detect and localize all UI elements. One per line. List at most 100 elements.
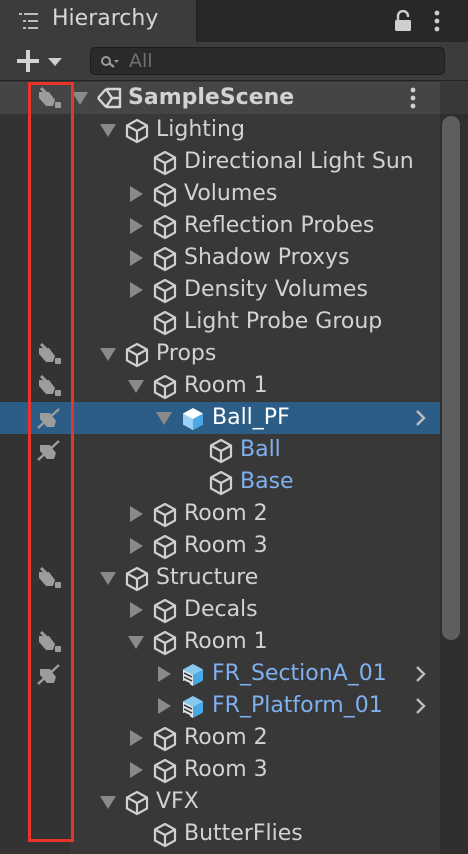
gameobject-cube-icon-glyph xyxy=(209,470,233,496)
kebab-menu-icon[interactable] xyxy=(432,10,442,32)
row-label: Room 1 xyxy=(184,373,268,398)
expand-right-arrow-icon[interactable] xyxy=(130,186,143,202)
gameobject-cube-icon-glyph xyxy=(125,790,149,816)
gameobject-cube-icon xyxy=(152,150,178,176)
gameobject-cube-icon-glyph xyxy=(153,150,177,176)
annotation-highlight-box xyxy=(28,82,74,842)
row-label: Volumes xyxy=(184,181,278,206)
gameobject-cube-icon xyxy=(124,342,150,368)
gameobject-cube-icon xyxy=(152,726,178,752)
row-label: Ball_PF xyxy=(212,405,290,430)
gameobject-cube-icon-glyph xyxy=(125,342,149,368)
gameobject-cube-icon-glyph xyxy=(153,214,177,240)
scrollbar-thumb[interactable] xyxy=(442,116,460,640)
open-prefab-chevron-icon[interactable] xyxy=(414,409,426,427)
expand-right-arrow-icon[interactable] xyxy=(130,762,143,778)
tab-title: Hierarchy xyxy=(52,6,159,31)
expand-down-arrow-icon[interactable] xyxy=(100,124,116,137)
row-label: ButterFlies xyxy=(184,821,303,846)
expand-down-arrow-icon[interactable] xyxy=(128,380,144,393)
gameobject-cube-icon-glyph xyxy=(153,534,177,560)
gameobject-cube-icon xyxy=(208,470,234,496)
expand-down-arrow-icon[interactable] xyxy=(100,572,116,585)
expand-down-arrow-icon[interactable] xyxy=(100,348,116,361)
gameobject-cube-icon-glyph xyxy=(153,502,177,528)
expand-right-arrow-icon[interactable] xyxy=(130,538,143,554)
lock-icon[interactable] xyxy=(393,10,413,32)
gameobject-cube-icon-glyph xyxy=(153,822,177,848)
row-label: Ball xyxy=(240,437,281,462)
model-prefab-icon xyxy=(180,694,206,720)
gameobject-cube-icon-glyph xyxy=(153,726,177,752)
gameobject-cube-icon xyxy=(152,214,178,240)
gameobject-cube-icon-glyph xyxy=(125,118,149,144)
row-label: Room 2 xyxy=(184,501,268,526)
add-object-button[interactable] xyxy=(14,47,70,75)
expand-right-arrow-icon[interactable] xyxy=(130,730,143,746)
gameobject-cube-icon xyxy=(152,310,178,336)
gameobject-cube-icon-glyph xyxy=(209,438,233,464)
tab-bar: Hierarchy xyxy=(0,0,468,42)
gameobject-cube-icon xyxy=(152,630,178,656)
row-label: Room 3 xyxy=(184,757,268,782)
row-label: Density Volumes xyxy=(184,277,368,302)
gameobject-cube-icon xyxy=(152,758,178,784)
row-label: Structure xyxy=(156,565,259,590)
gameobject-cube-icon-glyph xyxy=(153,598,177,624)
row-label: Room 2 xyxy=(184,725,268,750)
gameobject-cube-icon xyxy=(152,278,178,304)
gameobject-cube-icon xyxy=(152,534,178,560)
gameobject-cube-icon xyxy=(152,822,178,848)
expand-down-arrow-icon[interactable] xyxy=(100,796,116,809)
expand-down-arrow-icon[interactable] xyxy=(156,412,172,425)
gameobject-cube-icon-glyph xyxy=(153,758,177,784)
plus-icon xyxy=(17,50,62,72)
row-label: VFX xyxy=(156,789,199,814)
model-prefab-icon xyxy=(180,662,206,688)
gameobject-cube-icon xyxy=(152,182,178,208)
row-label: Props xyxy=(156,341,217,366)
gameobject-cube-icon xyxy=(208,438,234,464)
row-label: Room 1 xyxy=(184,629,268,654)
row-label: Reflection Probes xyxy=(184,213,375,238)
expand-right-arrow-icon[interactable] xyxy=(158,698,171,714)
row-label: FR_Platform_01 xyxy=(212,693,383,718)
tab-hierarchy[interactable]: Hierarchy xyxy=(0,0,197,42)
gameobject-cube-icon-glyph xyxy=(153,278,177,304)
gameobject-cube-icon-glyph xyxy=(153,246,177,272)
expand-right-arrow-icon[interactable] xyxy=(130,506,143,522)
gameobject-cube-icon xyxy=(124,566,150,592)
gameobject-cube-icon xyxy=(152,246,178,272)
row-label: Shadow Proxys xyxy=(184,245,350,270)
gameobject-cube-icon-glyph xyxy=(153,310,177,336)
search-placeholder: All xyxy=(129,50,153,72)
prefab-cube-icon xyxy=(180,406,206,432)
expand-right-arrow-icon[interactable] xyxy=(130,218,143,234)
expand-right-arrow-icon[interactable] xyxy=(130,250,143,266)
gameobject-cube-icon xyxy=(152,374,178,400)
gameobject-cube-icon-glyph xyxy=(125,566,149,592)
gameobject-cube-icon xyxy=(152,502,178,528)
expand-right-arrow-icon[interactable] xyxy=(158,666,171,682)
unity-scene-icon xyxy=(96,86,122,112)
expand-down-arrow-icon[interactable] xyxy=(128,636,144,649)
model-prefab-icon-glyph xyxy=(183,696,203,718)
gameobject-cube-icon-glyph xyxy=(153,630,177,656)
open-prefab-chevron-icon[interactable] xyxy=(414,665,426,683)
unity-scene-icon-glyph xyxy=(97,87,122,109)
open-prefab-chevron-icon[interactable] xyxy=(414,697,426,715)
gameobject-cube-icon-glyph xyxy=(153,374,177,400)
search-field[interactable]: All xyxy=(90,47,445,75)
expand-down-arrow-icon[interactable] xyxy=(72,92,88,105)
gameobject-cube-icon-glyph xyxy=(153,182,177,208)
toolbar: All xyxy=(0,42,468,81)
expand-right-arrow-icon[interactable] xyxy=(130,602,143,618)
model-prefab-icon-glyph xyxy=(183,664,203,686)
prefab-cube-icon-glyph xyxy=(183,408,203,430)
expand-right-arrow-icon[interactable] xyxy=(130,282,143,298)
scene-menu-icon[interactable] xyxy=(408,87,418,109)
gameobject-cube-icon xyxy=(124,118,150,144)
row-label: Base xyxy=(240,469,294,494)
row-label: Decals xyxy=(184,597,258,622)
row-label: Directional Light Sun xyxy=(184,149,414,174)
